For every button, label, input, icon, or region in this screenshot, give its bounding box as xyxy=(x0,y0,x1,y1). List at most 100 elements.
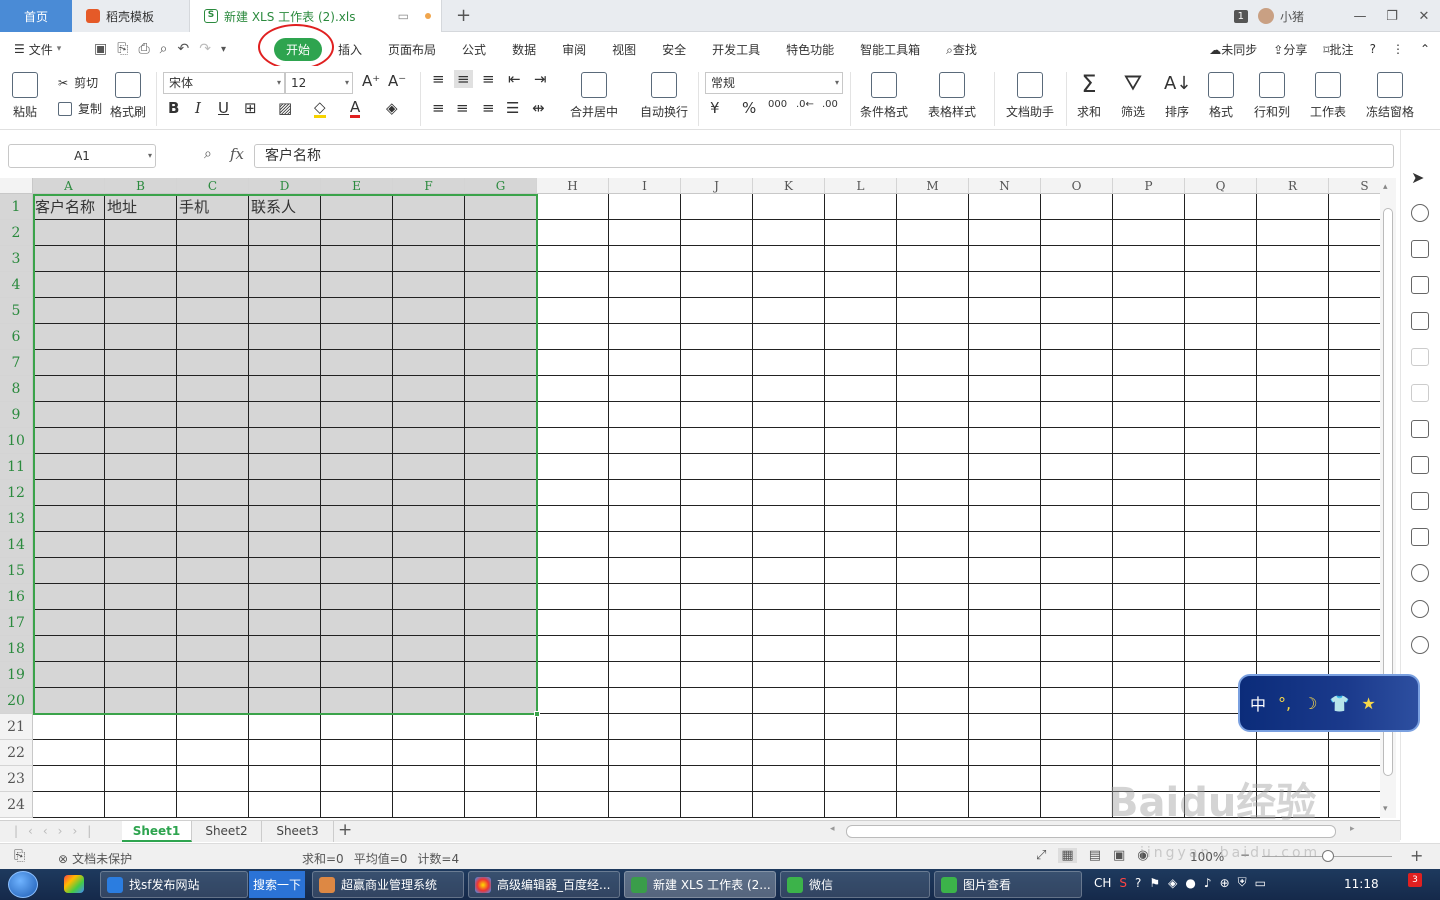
cell[interactable] xyxy=(1257,428,1329,454)
scroll-right-icon[interactable]: ▸ xyxy=(1350,824,1355,834)
cell[interactable] xyxy=(1329,376,1380,402)
cell[interactable] xyxy=(537,220,609,246)
cell[interactable] xyxy=(465,662,537,688)
cell[interactable] xyxy=(1329,454,1380,480)
cell[interactable] xyxy=(1113,610,1185,636)
cell[interactable] xyxy=(321,350,393,376)
cell[interactable] xyxy=(753,402,825,428)
row-header[interactable]: 24 xyxy=(0,792,33,818)
cell[interactable] xyxy=(1185,402,1257,428)
cell[interactable] xyxy=(1257,350,1329,376)
cell[interactable] xyxy=(321,584,393,610)
cell[interactable] xyxy=(753,480,825,506)
cell[interactable] xyxy=(681,740,753,766)
cell[interactable] xyxy=(33,298,105,324)
sync-button[interactable]: ☁未同步 xyxy=(1209,41,1257,58)
cell[interactable] xyxy=(1257,532,1329,558)
wrap-text-button[interactable]: 自动换行 xyxy=(640,72,688,120)
cell[interactable] xyxy=(681,792,753,818)
format-button[interactable]: 格式 xyxy=(1208,72,1234,120)
cell[interactable] xyxy=(969,740,1041,766)
distribute-icon[interactable]: ⇹ xyxy=(532,99,545,117)
column-header[interactable]: J xyxy=(681,178,753,194)
scroll-up-icon[interactable]: ▴ xyxy=(1383,182,1388,192)
cell[interactable] xyxy=(321,792,393,818)
cell[interactable] xyxy=(321,662,393,688)
align-left-icon[interactable]: ≡ xyxy=(432,99,445,117)
header-cell[interactable]: 客户名称 xyxy=(33,194,105,220)
cell[interactable] xyxy=(249,740,321,766)
cell[interactable] xyxy=(1041,246,1113,272)
cell[interactable] xyxy=(681,298,753,324)
tab-templates[interactable]: 稻壳模板 xyxy=(72,0,190,32)
indent-increase-icon[interactable]: ⇥ xyxy=(534,70,547,88)
cell[interactable] xyxy=(825,610,897,636)
cell[interactable] xyxy=(753,220,825,246)
select-all-corner[interactable] xyxy=(0,178,33,194)
cell[interactable] xyxy=(1185,740,1257,766)
cell[interactable] xyxy=(753,558,825,584)
cell[interactable] xyxy=(825,376,897,402)
help-circle-icon[interactable] xyxy=(1411,636,1429,654)
cell[interactable] xyxy=(177,662,249,688)
cell[interactable] xyxy=(1041,376,1113,402)
align-center-icon[interactable]: ≡ xyxy=(456,99,469,117)
flag-icon[interactable]: ⚑ xyxy=(1149,876,1160,890)
cell[interactable] xyxy=(537,350,609,376)
cell[interactable] xyxy=(969,402,1041,428)
cell[interactable] xyxy=(681,714,753,740)
cell[interactable] xyxy=(1329,246,1380,272)
cell[interactable] xyxy=(1041,662,1113,688)
cell[interactable] xyxy=(177,246,249,272)
column-header[interactable]: C xyxy=(177,178,249,194)
row-header[interactable]: 9 xyxy=(0,402,33,428)
cell[interactable] xyxy=(321,272,393,298)
cell[interactable] xyxy=(321,324,393,350)
cell[interactable] xyxy=(897,792,969,818)
align-right-icon[interactable]: ≡ xyxy=(482,99,495,117)
normal-view-icon[interactable]: ▦ xyxy=(1058,848,1077,863)
font-color-icon[interactable]: A xyxy=(350,99,361,118)
cell[interactable] xyxy=(825,480,897,506)
cell[interactable] xyxy=(177,636,249,662)
cell[interactable] xyxy=(969,688,1041,714)
apps-grid-icon[interactable] xyxy=(1411,276,1429,294)
cell[interactable] xyxy=(321,428,393,454)
cell[interactable] xyxy=(537,324,609,350)
doc-assistant-button[interactable]: 文档助手 xyxy=(1006,72,1054,120)
column-header[interactable]: I xyxy=(609,178,681,194)
cell[interactable] xyxy=(1329,194,1380,220)
cell[interactable] xyxy=(249,688,321,714)
sort-button[interactable]: A↓ 排序 xyxy=(1164,72,1191,120)
volume-icon[interactable]: ♪ xyxy=(1204,876,1212,890)
save-icon[interactable]: ▣ xyxy=(94,41,107,57)
cell[interactable] xyxy=(753,714,825,740)
cell[interactable] xyxy=(105,272,177,298)
restore-icon[interactable]: ❐ xyxy=(1376,9,1408,24)
cell[interactable] xyxy=(1257,480,1329,506)
cell[interactable] xyxy=(537,558,609,584)
fill-handle[interactable] xyxy=(534,711,540,717)
cell[interactable] xyxy=(897,662,969,688)
cell[interactable] xyxy=(465,558,537,584)
cell[interactable] xyxy=(1257,220,1329,246)
cell[interactable] xyxy=(825,584,897,610)
cell[interactable] xyxy=(321,376,393,402)
cell[interactable] xyxy=(1113,376,1185,402)
cell[interactable] xyxy=(609,610,681,636)
cell[interactable] xyxy=(1113,324,1185,350)
cell[interactable] xyxy=(105,662,177,688)
row-header[interactable]: 20 xyxy=(0,688,33,714)
cell[interactable] xyxy=(1185,454,1257,480)
cell[interactable] xyxy=(681,688,753,714)
cell[interactable] xyxy=(321,246,393,272)
tab-insert[interactable]: 插入 xyxy=(338,41,362,58)
cell[interactable] xyxy=(1113,662,1185,688)
style-icon[interactable] xyxy=(1411,240,1429,258)
cell[interactable] xyxy=(1257,246,1329,272)
cell[interactable] xyxy=(33,688,105,714)
row-header[interactable]: 4 xyxy=(0,272,33,298)
cell[interactable] xyxy=(1329,402,1380,428)
cell[interactable] xyxy=(33,558,105,584)
cell[interactable] xyxy=(897,766,969,792)
